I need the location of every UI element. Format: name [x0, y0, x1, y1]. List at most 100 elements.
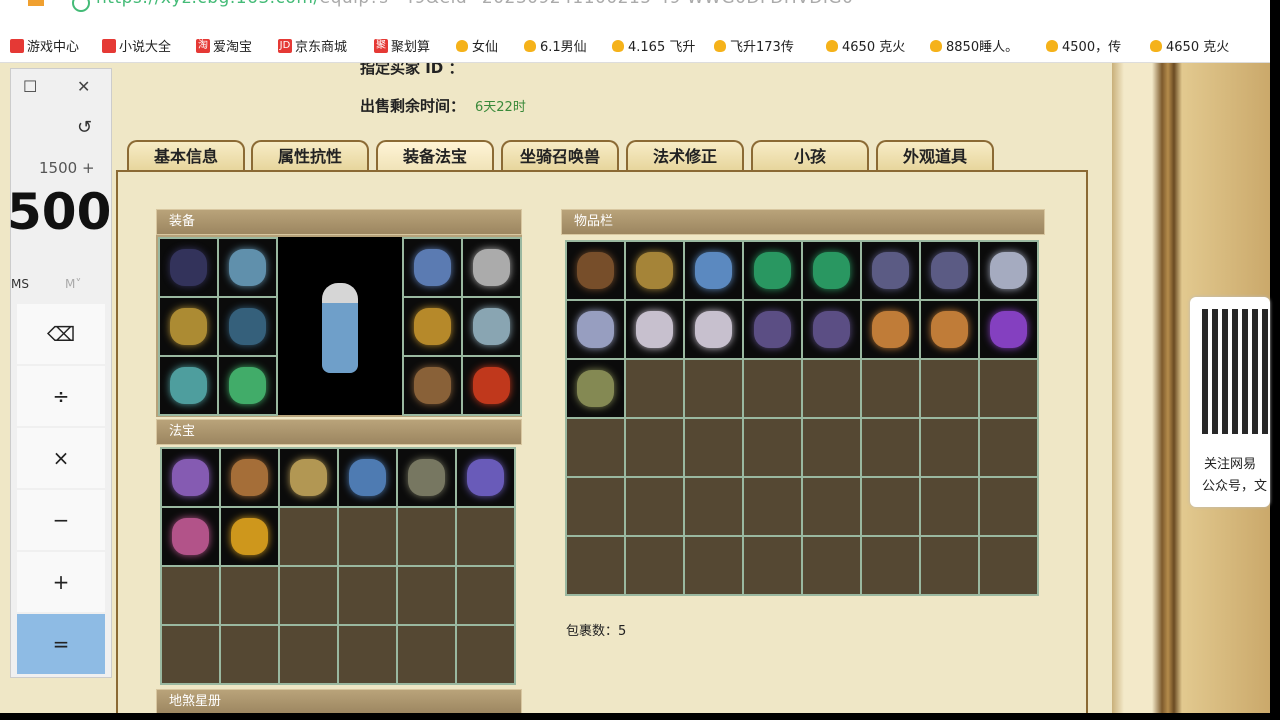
inventory-slot[interactable] [921, 419, 978, 476]
equipment-item[interactable] [219, 239, 276, 296]
bookmark-2[interactable]: 淘爱淘宝 [196, 36, 252, 55]
equipment-item[interactable] [404, 239, 461, 296]
fabao-slot[interactable] [339, 508, 396, 565]
inventory-slot[interactable] [862, 419, 919, 476]
fabao-slot[interactable] [221, 626, 278, 683]
fabao-slot[interactable] [280, 626, 337, 683]
bookmark-4[interactable]: 聚聚划算 [374, 36, 430, 55]
inventory-slot[interactable] [803, 419, 860, 476]
fabao-item[interactable] [398, 449, 455, 506]
fabao-slot[interactable] [457, 508, 514, 565]
tab-3[interactable]: 坐骑召唤兽 [501, 140, 619, 172]
close-icon[interactable]: ✕ [77, 77, 90, 96]
inventory-slot[interactable] [862, 478, 919, 535]
multiply-key[interactable]: × [17, 428, 105, 488]
minus-key[interactable]: − [17, 490, 105, 550]
inventory-slot[interactable] [685, 478, 742, 535]
tab-1[interactable]: 属性抗性 [251, 140, 369, 172]
inventory-slot[interactable] [685, 360, 742, 417]
fabao-slot[interactable] [398, 508, 455, 565]
inventory-slot[interactable] [626, 419, 683, 476]
bookmark-12[interactable]: 4650 克火 [1150, 36, 1229, 55]
inventory-item[interactable] [567, 301, 624, 358]
bookmark-7[interactable]: 4.165 飞升 [612, 36, 695, 55]
equipment-item[interactable] [160, 357, 217, 414]
tab-0[interactable]: 基本信息 [127, 140, 245, 172]
inventory-slot[interactable] [685, 537, 742, 594]
equipment-item[interactable] [219, 298, 276, 355]
tab-2[interactable]: 装备法宝 [376, 140, 494, 172]
backspace-key[interactable]: ⌫ [17, 304, 105, 364]
tab-4[interactable]: 法术修正 [626, 140, 744, 172]
equals-key[interactable]: = [17, 614, 105, 674]
bookmark-10[interactable]: 8850睡人。 [930, 36, 1018, 55]
inventory-slot[interactable] [685, 419, 742, 476]
inventory-item[interactable] [980, 242, 1037, 299]
inventory-item[interactable] [862, 301, 919, 358]
fabao-slot[interactable] [457, 567, 514, 624]
inventory-item[interactable] [803, 242, 860, 299]
bookmark-9[interactable]: 4650 克火 [826, 36, 905, 55]
equipment-item[interactable] [463, 239, 520, 296]
inventory-slot[interactable] [803, 478, 860, 535]
inventory-slot[interactable] [626, 478, 683, 535]
inventory-item[interactable] [921, 301, 978, 358]
bookmark-1[interactable]: 小说大全 [102, 36, 171, 55]
qr-promo-card[interactable]: 关注网易 公众号，文 [1190, 297, 1270, 507]
inventory-slot[interactable] [980, 360, 1037, 417]
inventory-slot[interactable] [744, 419, 801, 476]
inventory-slot[interactable] [980, 537, 1037, 594]
fabao-slot[interactable] [339, 626, 396, 683]
inventory-item[interactable] [744, 301, 801, 358]
inventory-item[interactable] [744, 242, 801, 299]
inventory-slot[interactable] [744, 537, 801, 594]
inventory-slot[interactable] [744, 478, 801, 535]
bookmark-3[interactable]: JD 京东商城 [278, 36, 347, 55]
fabao-slot[interactable] [339, 567, 396, 624]
fabao-item[interactable] [162, 508, 219, 565]
equipment-item[interactable] [463, 298, 520, 355]
inventory-item[interactable] [803, 301, 860, 358]
inventory-slot[interactable] [980, 419, 1037, 476]
inventory-slot[interactable] [862, 537, 919, 594]
inventory-item[interactable] [862, 242, 919, 299]
inventory-slot[interactable] [803, 537, 860, 594]
inventory-item[interactable] [921, 242, 978, 299]
address-bar[interactable]: https://xyz.cbg.163.com/equip?s=49&eid=2… [0, 0, 1270, 28]
inventory-item[interactable] [567, 360, 624, 417]
inventory-item[interactable] [626, 301, 683, 358]
inventory-slot[interactable] [921, 360, 978, 417]
fabao-slot[interactable] [162, 626, 219, 683]
inventory-slot[interactable] [567, 537, 624, 594]
equipment-item[interactable] [160, 239, 217, 296]
history-icon[interactable]: ↺ [77, 117, 92, 138]
equipment-item[interactable] [219, 357, 276, 414]
inventory-slot[interactable] [626, 537, 683, 594]
fabao-item[interactable] [339, 449, 396, 506]
memory-list-button[interactable]: M˅ [65, 277, 81, 291]
equipment-item[interactable] [160, 298, 217, 355]
fabao-item[interactable] [457, 449, 514, 506]
inventory-slot[interactable] [567, 419, 624, 476]
bookmark-11[interactable]: 4500，传 [1046, 36, 1121, 55]
inventory-slot[interactable] [921, 537, 978, 594]
fabao-item[interactable] [162, 449, 219, 506]
maximize-icon[interactable]: ☐ [23, 77, 37, 96]
fabao-slot[interactable] [221, 567, 278, 624]
equipment-item[interactable] [404, 298, 461, 355]
fabao-slot[interactable] [162, 567, 219, 624]
fabao-item[interactable] [221, 508, 278, 565]
inventory-item[interactable] [980, 301, 1037, 358]
inventory-slot[interactable] [744, 360, 801, 417]
fabao-slot[interactable] [398, 567, 455, 624]
fabao-slot[interactable] [457, 626, 514, 683]
tab-5[interactable]: 小孩 [751, 140, 869, 172]
inventory-slot[interactable] [803, 360, 860, 417]
equipment-item[interactable] [404, 357, 461, 414]
fabao-item[interactable] [280, 449, 337, 506]
fabao-slot[interactable] [280, 508, 337, 565]
inventory-slot[interactable] [567, 478, 624, 535]
inventory-item[interactable] [626, 242, 683, 299]
inventory-slot[interactable] [862, 360, 919, 417]
inventory-item[interactable] [685, 301, 742, 358]
